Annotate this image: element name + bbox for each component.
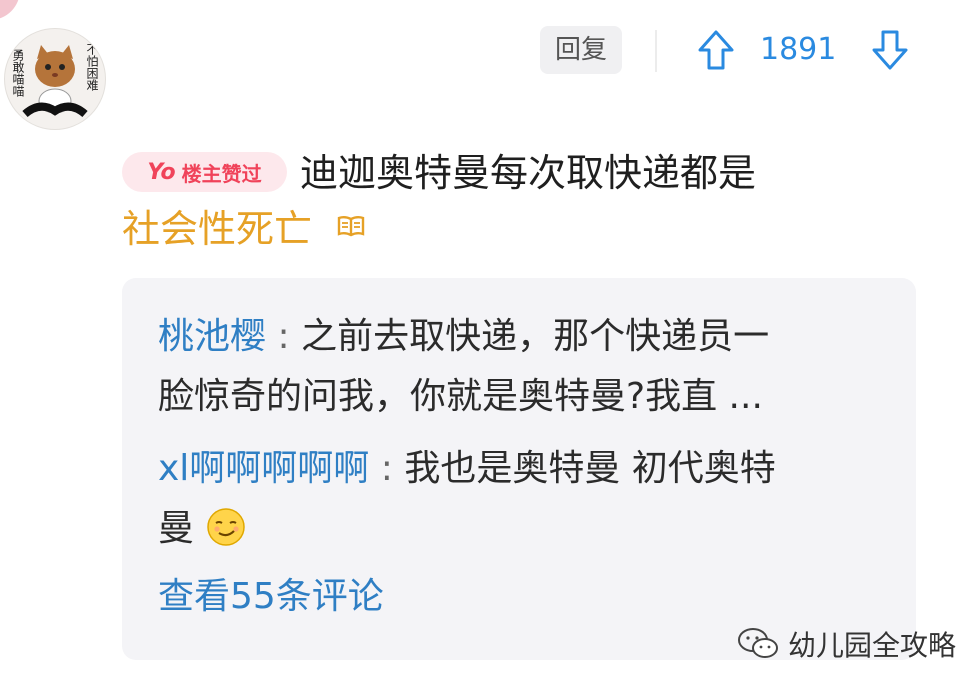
reply-separator: : bbox=[277, 316, 290, 357]
avatar-text-right: 不怕困难 bbox=[85, 43, 99, 91]
op-badge-prefix: Yo bbox=[147, 159, 176, 185]
avatar[interactable]: 勇敢喵喵 不怕困难 bbox=[4, 28, 106, 130]
reply-text-continued: 脸惊奇的问我，你就是奥特曼?我直 ... bbox=[158, 376, 763, 417]
divider bbox=[655, 30, 657, 72]
smirk-emoji-icon bbox=[207, 508, 246, 546]
reply-item[interactable]: 桃池樱 : 之前去取快递，那个快递员一 bbox=[158, 314, 769, 360]
comment-text-highlight[interactable]: 社会性死亡 bbox=[122, 204, 312, 254]
upvote-arrow-icon[interactable] bbox=[694, 28, 738, 72]
watermark-text: 幼儿园全攻略 bbox=[788, 629, 957, 662]
avatar-text-left: 勇敢喵喵 bbox=[11, 49, 25, 97]
reply-text-continued: 曼 bbox=[158, 506, 247, 552]
comment-text-line1: 迪迦奥特曼每次取快递都是 bbox=[300, 151, 757, 195]
vote-count: 1891 bbox=[760, 32, 837, 67]
reply-text: 我也是奥特曼 初代奥特 bbox=[404, 448, 776, 489]
op-liked-badge: Yo 楼主赞过 bbox=[122, 152, 287, 192]
reply-text-end: 曼 bbox=[158, 508, 195, 549]
downvote-arrow-icon[interactable] bbox=[868, 28, 912, 72]
reply-item[interactable]: xl啊啊啊啊啊 : 我也是奥特曼 初代奥特 bbox=[158, 446, 776, 492]
op-badge-label: 楼主赞过 bbox=[181, 161, 262, 186]
book-icon[interactable] bbox=[336, 214, 366, 240]
replies-panel: 桃池樱 : 之前去取快递，那个快递员一 脸惊奇的问我，你就是奥特曼?我直 ...… bbox=[122, 278, 916, 660]
reply-button[interactable]: 回复 bbox=[540, 26, 622, 74]
reply-text: 之前去取快递，那个快递员一 bbox=[301, 316, 770, 357]
view-more-comments-link[interactable]: 查看55条评论 bbox=[158, 574, 384, 620]
watermark: 幼儿园全攻略 bbox=[736, 624, 956, 664]
reply-username[interactable]: xl啊啊啊啊啊 bbox=[158, 448, 369, 489]
reply-separator: : bbox=[380, 448, 393, 489]
corner-decoration bbox=[0, 0, 20, 20]
reply-username[interactable]: 桃池樱 bbox=[158, 316, 266, 357]
wechat-icon bbox=[738, 628, 778, 658]
